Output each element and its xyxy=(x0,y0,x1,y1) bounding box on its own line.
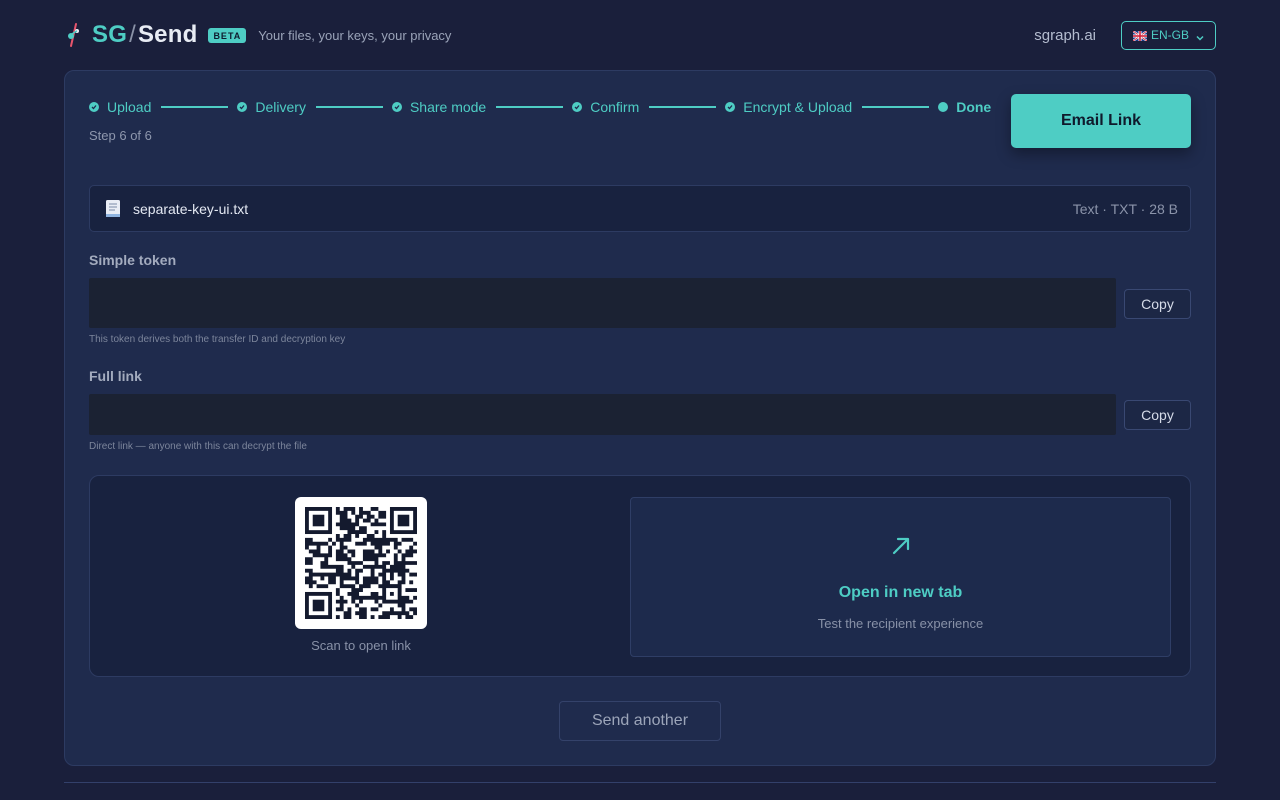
step-connector xyxy=(496,106,564,108)
check-circle-icon xyxy=(572,102,583,112)
simple-token-hint: This token derives both the transfer ID … xyxy=(89,334,346,345)
brand-wordmark[interactable]: SG / Send xyxy=(92,21,197,49)
check-circle-icon xyxy=(89,102,99,112)
sgraph-site-link[interactable]: sgraph.ai xyxy=(1034,27,1096,44)
check-circle-icon xyxy=(391,102,402,112)
brand-sg: SG xyxy=(92,21,128,48)
transfer-card: Upload Delivery Share mode Confirm Encry… xyxy=(64,70,1216,766)
sgraph-logo-icon[interactable] xyxy=(64,21,86,49)
qr-code xyxy=(295,497,427,629)
step-connector xyxy=(315,106,383,108)
document-icon xyxy=(104,199,122,219)
open-tab-title: Open in new tab xyxy=(838,584,963,601)
current-step-dot-icon xyxy=(938,102,949,112)
share-panel: Scan to open link Open in new tab Test t… xyxy=(89,475,1191,677)
simple-token-label: Simple token xyxy=(89,252,177,268)
footer-divider xyxy=(64,782,1216,783)
brand-send: Send xyxy=(137,21,198,48)
step-label: Done xyxy=(956,99,992,115)
step-share-mode: Share mode xyxy=(391,99,487,115)
uk-flag-icon xyxy=(1132,30,1148,42)
simple-token-field[interactable] xyxy=(89,278,1116,328)
step-upload: Upload xyxy=(89,99,151,115)
app-header: SG / Send BETA Your files, your keys, yo… xyxy=(64,18,1216,52)
file-summary: separate-key-ui.txt Text · TXT · 28 B xyxy=(89,185,1191,232)
language-selector[interactable]: EN-GB xyxy=(1121,20,1216,50)
open-tab-subtitle: Test the recipient experience xyxy=(817,616,984,631)
copy-token-button[interactable]: Copy xyxy=(1124,289,1191,319)
copy-link-button[interactable]: Copy xyxy=(1124,400,1191,430)
step-connector xyxy=(161,106,229,108)
step-connector xyxy=(862,106,930,108)
step-connector xyxy=(649,106,717,108)
file-name: separate-key-ui.txt xyxy=(133,200,249,217)
step-label: Share mode xyxy=(409,99,487,115)
email-link-button[interactable]: Email Link xyxy=(1011,94,1191,148)
check-circle-icon xyxy=(237,102,248,112)
check-circle-icon xyxy=(725,102,736,112)
step-done: Done xyxy=(938,99,991,115)
step-label: Encrypt & Upload xyxy=(743,99,853,115)
full-link-field[interactable] xyxy=(89,394,1116,435)
step-label: Delivery xyxy=(255,99,306,115)
beta-badge: BETA xyxy=(208,27,247,43)
step-delivery: Delivery xyxy=(237,99,306,115)
step-label: Upload xyxy=(107,99,152,115)
step-counter: Step 6 of 6 xyxy=(89,128,152,143)
full-link-label: Full link xyxy=(89,368,142,384)
step-encrypt-upload: Encrypt & Upload xyxy=(725,99,852,115)
chevron-down-icon xyxy=(1196,31,1204,41)
progress-stepper: Upload Delivery Share mode Confirm Encry… xyxy=(89,99,991,115)
step-confirm: Confirm xyxy=(572,99,639,115)
tagline: Your files, your keys, your privacy xyxy=(258,27,452,43)
send-another-button[interactable]: Send another xyxy=(559,701,721,741)
qr-caption: Scan to open link xyxy=(311,638,411,653)
qr-code-icon xyxy=(305,507,417,619)
full-link-hint: Direct link — anyone with this can decry… xyxy=(89,441,307,452)
brand-slash: / xyxy=(129,21,136,48)
language-label: EN-GB xyxy=(1150,28,1189,42)
step-label: Confirm xyxy=(590,99,640,115)
arrow-up-right-icon xyxy=(890,535,912,557)
file-meta: Text · TXT · 28 B xyxy=(1072,200,1178,217)
open-in-new-tab-button[interactable]: Open in new tab Test the recipient exper… xyxy=(630,497,1171,657)
